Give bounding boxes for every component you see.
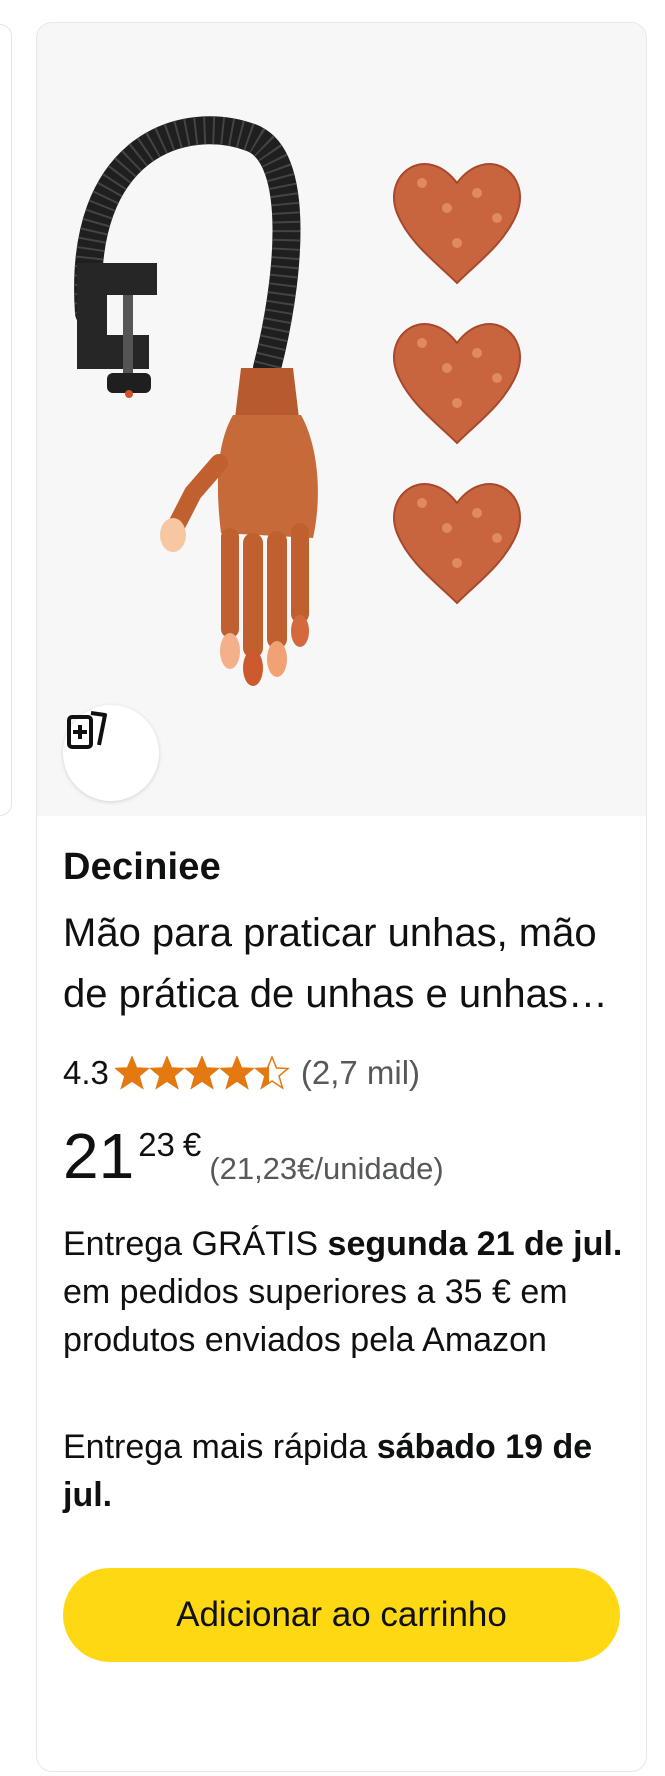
delivery-info: Entrega GRÁTIS segunda 21 de jul. em ped… bbox=[63, 1220, 633, 1364]
rating-value: 4.3 bbox=[63, 1054, 109, 1091]
compare-button[interactable] bbox=[63, 705, 159, 801]
delivery-date: segunda 21 de jul. bbox=[327, 1225, 623, 1263]
product-card[interactable]: Deciniee Mão para praticar unhas, mão de… bbox=[36, 22, 647, 1772]
fast-delivery-info: Entrega mais rápida sábado 19 de jul. bbox=[63, 1423, 633, 1519]
rating-count: (2,7 mil) bbox=[300, 1054, 421, 1091]
star-rating bbox=[115, 1056, 291, 1090]
unit-price: (21,23€/unidade) bbox=[209, 1151, 444, 1186]
product-brand: Deciniee bbox=[63, 846, 221, 888]
price: 21 23 € (21,23€/unidade) bbox=[63, 1121, 444, 1191]
product-image[interactable] bbox=[37, 23, 646, 816]
product-title[interactable]: Mão para praticar unhas, mão de prática … bbox=[63, 903, 623, 1025]
add-to-compare-icon bbox=[67, 711, 107, 749]
fast-delivery-prefix: Entrega mais rápida bbox=[63, 1428, 377, 1466]
price-whole: 21 bbox=[63, 1120, 135, 1192]
add-to-cart-button[interactable]: Adicionar ao carrinho bbox=[63, 1568, 620, 1662]
rating-row[interactable]: 4.3 (2,7 mil) bbox=[63, 1053, 420, 1093]
price-fraction: 23 bbox=[138, 1126, 175, 1163]
star-rating-icon bbox=[115, 1056, 289, 1089]
price-currency: € bbox=[182, 1126, 202, 1163]
delivery-prefix: Entrega GRÁTIS bbox=[63, 1225, 328, 1263]
delivery-suffix: em pedidos superiores a 35 € em produtos… bbox=[63, 1273, 568, 1359]
previous-product-card-edge[interactable] bbox=[0, 24, 12, 816]
product-photo-illustration bbox=[74, 116, 521, 686]
